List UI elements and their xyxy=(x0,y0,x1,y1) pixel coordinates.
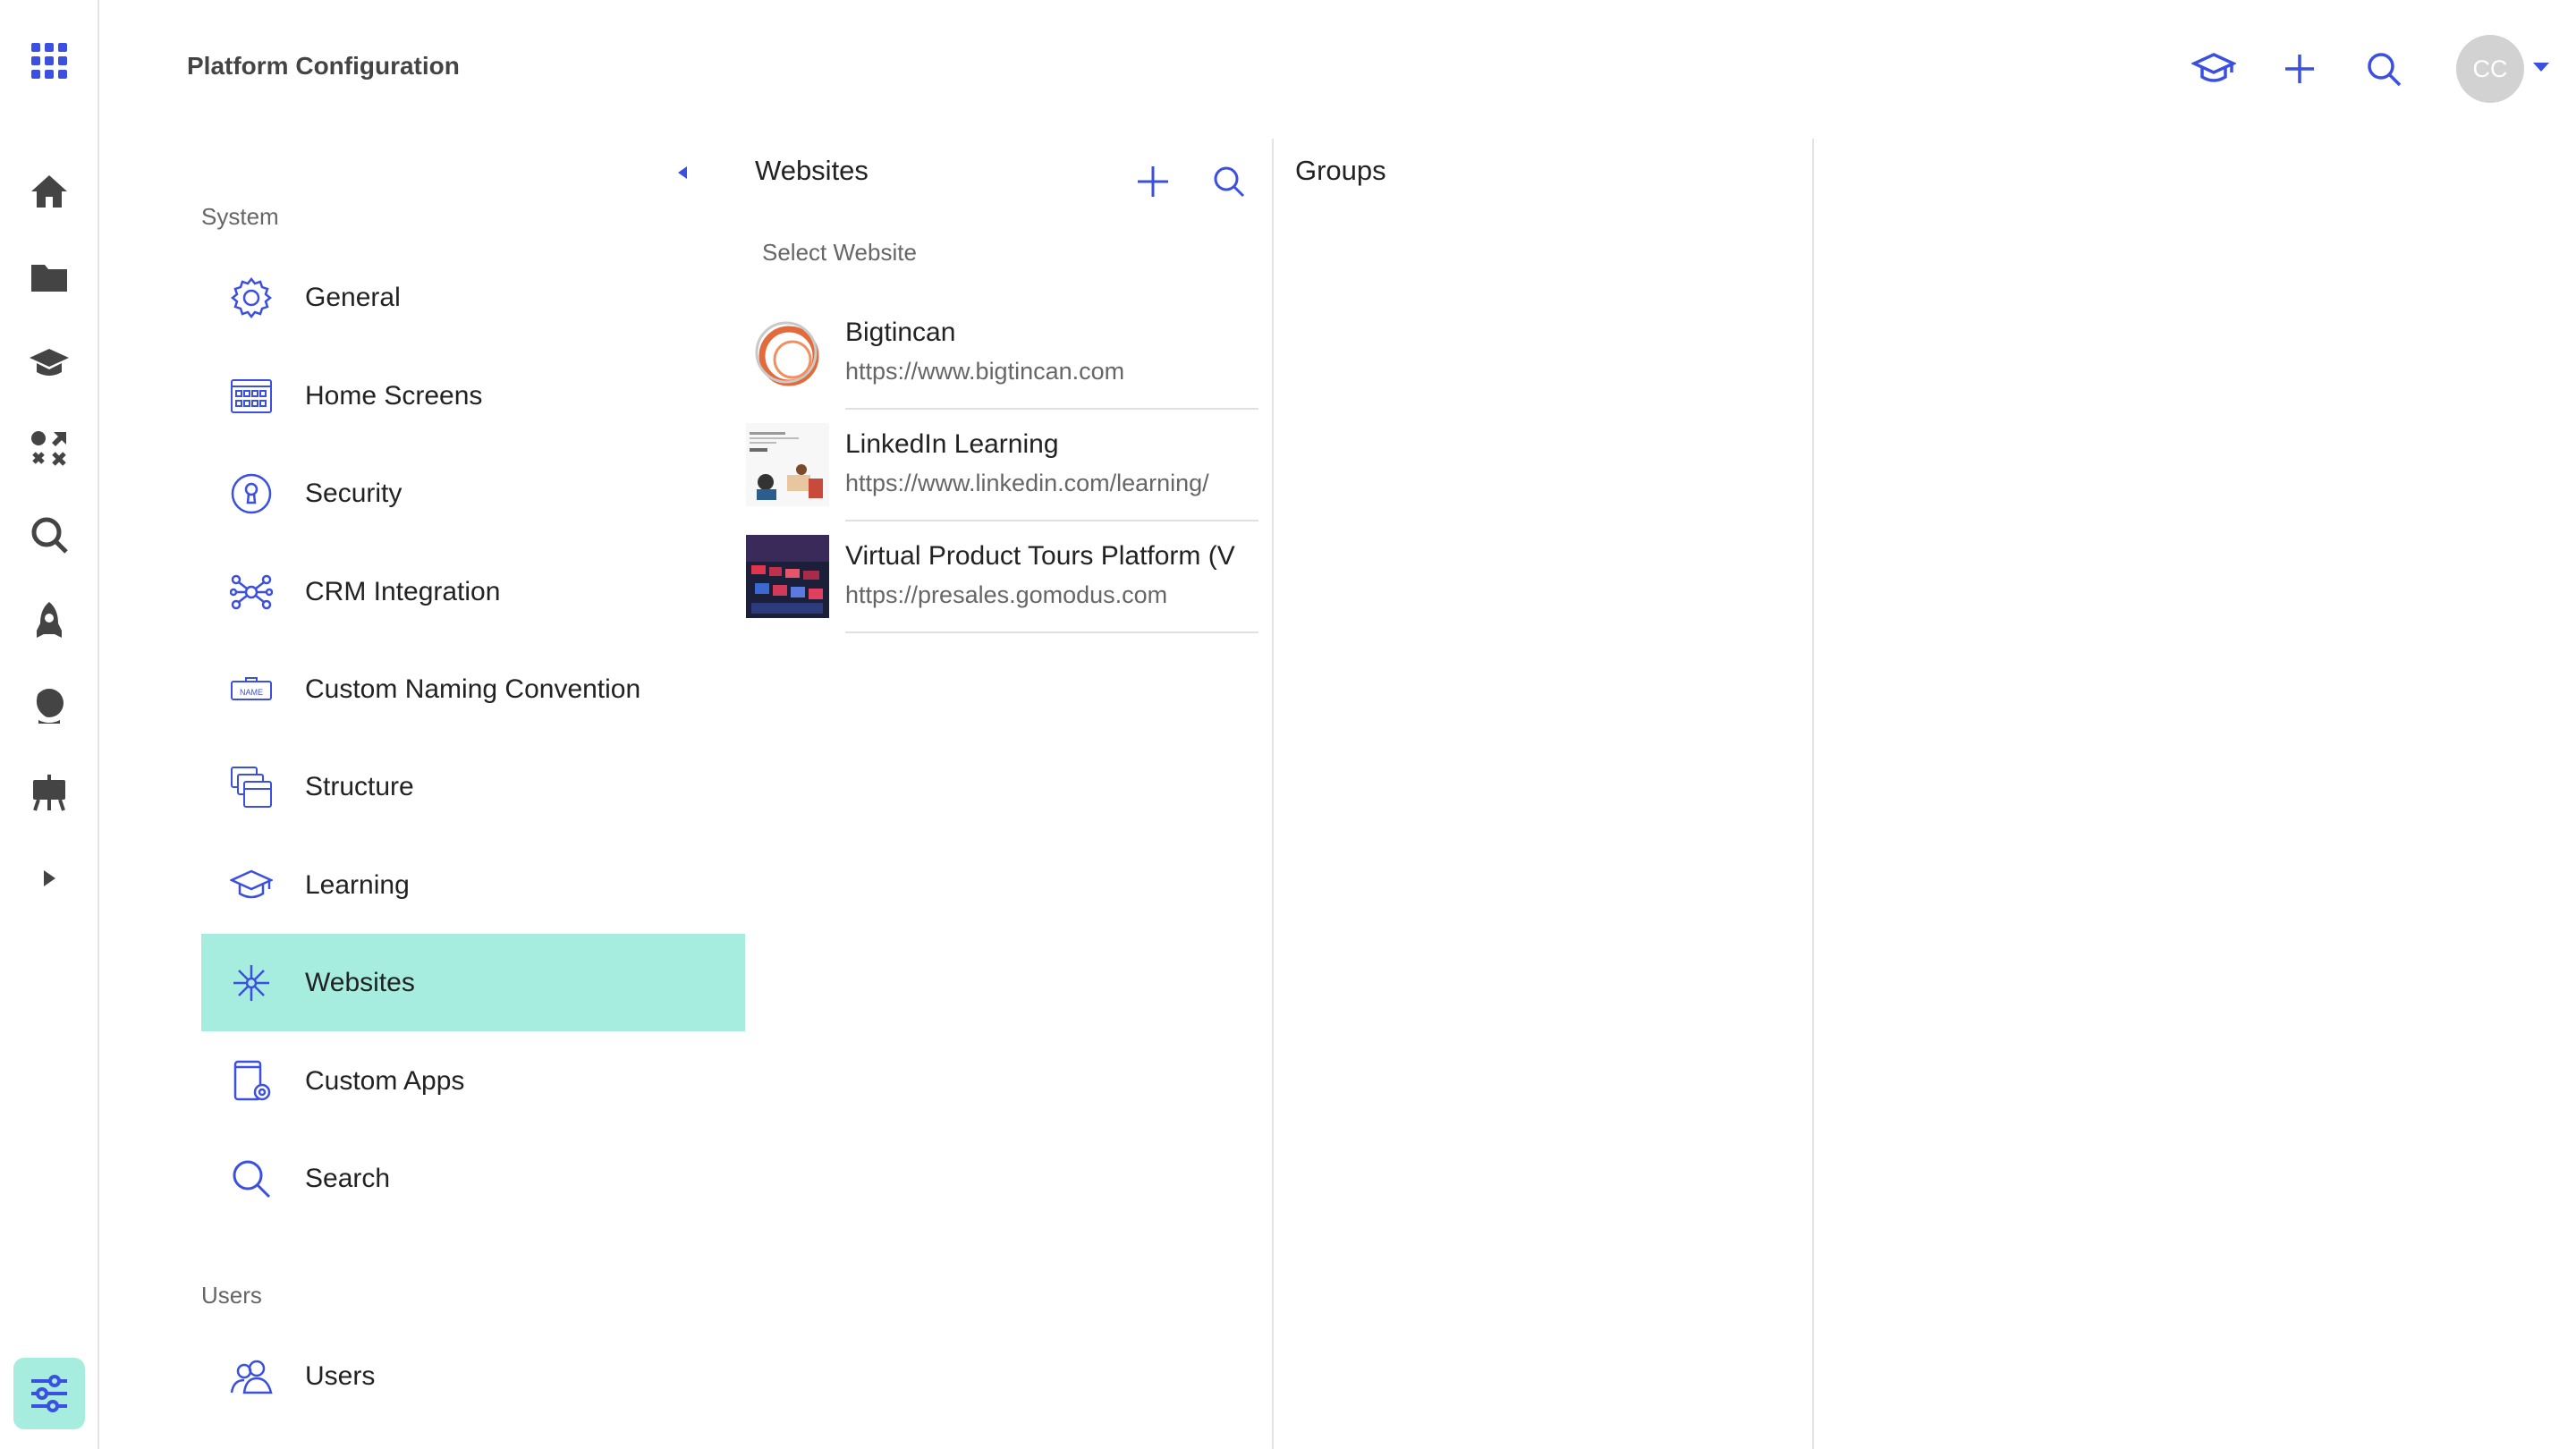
nav-item-home-screens[interactable]: Home Screens xyxy=(201,347,745,445)
left-rail xyxy=(0,0,99,1449)
apps-grid-icon[interactable] xyxy=(13,25,85,97)
search-icon[interactable] xyxy=(2352,38,2415,100)
nav-item-structure[interactable]: Structure xyxy=(201,738,745,835)
graduation-cap-icon xyxy=(229,863,274,908)
website-url: https://www.bigtincan.com xyxy=(845,358,1125,385)
websites-icon xyxy=(229,961,274,1005)
collapse-panel-icon[interactable] xyxy=(676,165,689,185)
nav-item-users[interactable]: Users xyxy=(201,1327,745,1425)
graduation-cap-icon[interactable] xyxy=(13,327,85,399)
nav-item-websites[interactable]: Websites xyxy=(201,934,745,1031)
nav-item-label: CRM Integration xyxy=(305,576,501,606)
chevron-down-icon[interactable] xyxy=(2531,61,2551,78)
home-screens-icon xyxy=(229,374,274,419)
nav-item-label: Users xyxy=(305,1360,376,1391)
nav-item-security[interactable]: Security xyxy=(201,445,745,542)
lock-icon xyxy=(229,471,274,516)
custom-apps-icon xyxy=(229,1059,274,1104)
structure-icon xyxy=(229,765,274,809)
website-name: LinkedIn Learning xyxy=(845,429,1059,459)
websites-title: Websites xyxy=(755,155,869,186)
add-icon[interactable] xyxy=(2268,38,2331,100)
users-icon xyxy=(229,1354,274,1399)
website-name: Bigtincan xyxy=(845,318,956,347)
nav-item-label: Websites xyxy=(305,967,415,997)
gear-icon xyxy=(229,275,274,320)
folder-icon[interactable] xyxy=(13,242,85,313)
nav-item-label: Structure xyxy=(305,771,414,801)
groups-title: Groups xyxy=(1295,155,1386,186)
bigtincan-logo xyxy=(746,311,829,394)
website-name: Virtual Product Tours Platform (V xyxy=(845,541,1235,571)
home-icon[interactable] xyxy=(13,156,85,227)
select-website-label: Select Website xyxy=(762,239,917,266)
shuffle-tools-icon[interactable] xyxy=(13,413,85,485)
website-url: https://www.linkedin.com/learning/ xyxy=(845,470,1209,496)
nav-item-learning[interactable]: Learning xyxy=(201,836,745,934)
page-title: Platform Configuration xyxy=(187,52,460,80)
nav-item-label: Security xyxy=(305,478,402,508)
nav-item-general[interactable]: General xyxy=(201,249,745,346)
website-list-item[interactable]: Bigtincan https://www.bigtincan.com xyxy=(746,298,1258,410)
nav-item-search[interactable]: Search xyxy=(201,1130,745,1227)
website-list-item[interactable]: Virtual Product Tours Platform (V https:… xyxy=(746,521,1258,633)
search-icon xyxy=(1212,165,1246,199)
add-website-button[interactable] xyxy=(1126,155,1180,208)
nav-item-label: Search xyxy=(305,1163,391,1193)
websites-panel: Websites Select Website Bigtincan https:… xyxy=(746,139,1274,1449)
section-heading-users: Users xyxy=(201,1282,262,1309)
virtual-product-tours-thumbnail xyxy=(746,535,829,618)
name-tag-icon: NAME xyxy=(229,667,274,712)
nav-item-custom-naming-convention[interactable]: NAME Custom Naming Convention xyxy=(201,640,745,738)
linkedin-learning-thumbnail xyxy=(746,423,829,506)
nav-item-label: Learning xyxy=(305,869,410,900)
search-websites-button[interactable] xyxy=(1202,155,1256,208)
website-url: https://presales.gomodus.com xyxy=(845,581,1168,608)
network-icon xyxy=(229,570,274,614)
rocket-icon[interactable] xyxy=(13,585,85,657)
presentation-icon[interactable] xyxy=(13,757,85,828)
expand-arrow-icon[interactable] xyxy=(13,843,85,914)
nav-item-label: Custom Apps xyxy=(305,1065,465,1096)
avatar[interactable]: CC xyxy=(2456,35,2524,103)
globe-icon[interactable] xyxy=(13,671,85,742)
learning-icon[interactable] xyxy=(2182,38,2245,100)
website-list-item[interactable]: LinkedIn Learning https://www.linkedin.c… xyxy=(746,410,1258,521)
section-heading-system: System xyxy=(201,203,279,230)
search-icon xyxy=(229,1157,274,1201)
nav-item-label: Custom Naming Convention xyxy=(305,674,641,704)
avatar-initials: CC xyxy=(2472,55,2508,82)
nav-item-custom-apps[interactable]: Custom Apps xyxy=(201,1032,745,1130)
settings-sliders-icon[interactable] xyxy=(13,1358,85,1429)
add-icon xyxy=(1136,165,1170,199)
nav-item-crm-integration[interactable]: CRM Integration xyxy=(201,543,745,640)
search-icon[interactable] xyxy=(13,499,85,571)
groups-panel: Groups xyxy=(1275,139,1814,1449)
nav-item-label: Home Screens xyxy=(305,380,483,411)
nav-item-label: General xyxy=(305,282,401,312)
svg-text:NAME: NAME xyxy=(240,688,263,697)
divider xyxy=(845,631,1258,633)
